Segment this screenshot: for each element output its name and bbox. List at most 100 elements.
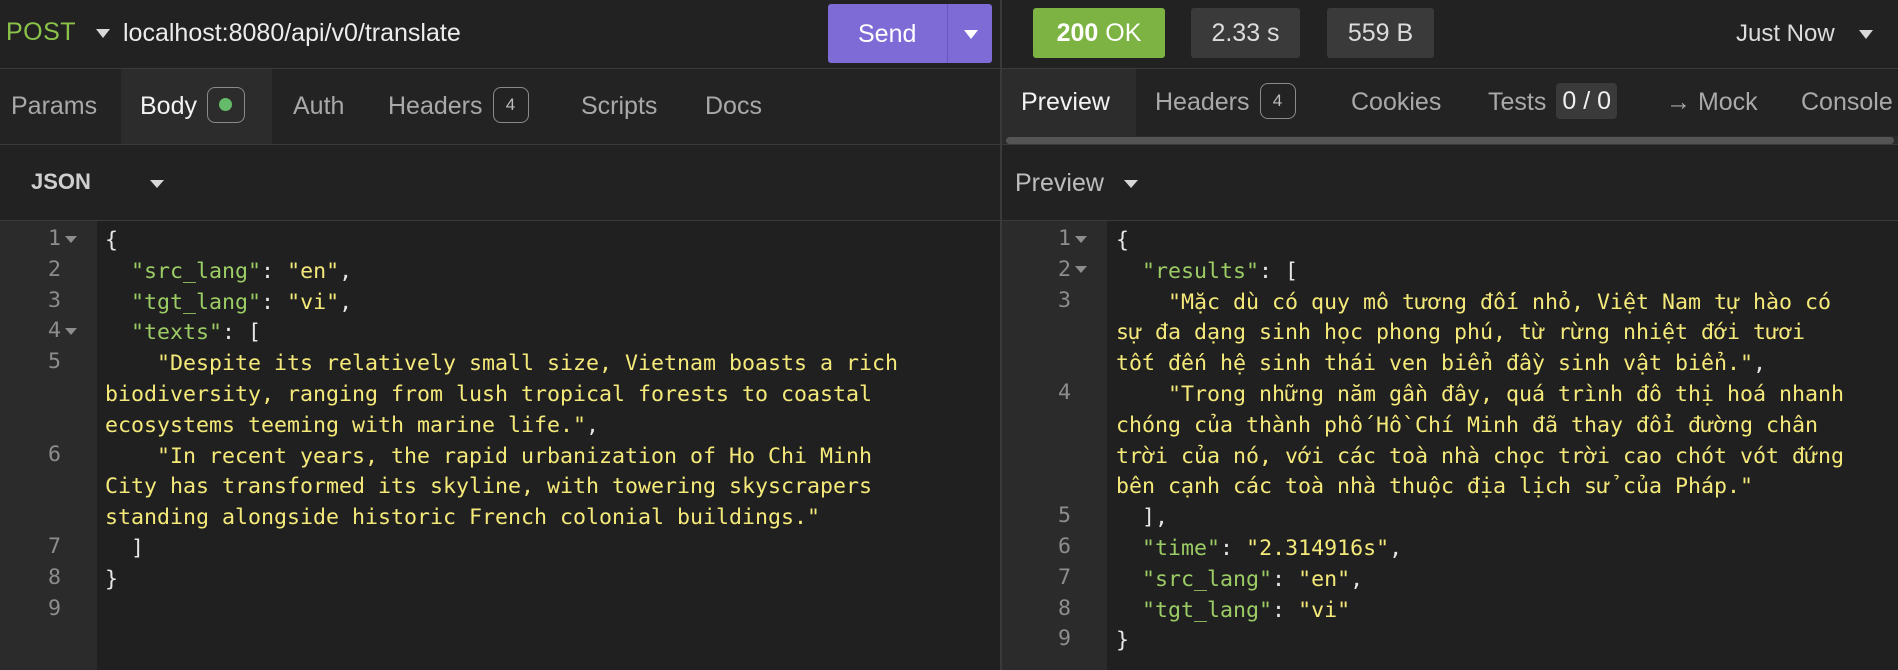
line-number: 6 xyxy=(1007,534,1087,559)
tab-auth[interactable]: Auth xyxy=(293,69,344,144)
line-number: 6 xyxy=(0,442,77,467)
code-line: "Mặc dù có quy mô tương đối nhỏ, Việt Na… xyxy=(1168,289,1832,315)
fold-toggle-icon[interactable] xyxy=(1075,235,1087,243)
line-number-text: 3 xyxy=(47,287,61,313)
response-time-badge: 2.33 s xyxy=(1191,8,1300,58)
code-line: } xyxy=(1116,628,1130,654)
code-line: bên cạnh các toà nhà thuộc địa lịch sử c… xyxy=(1116,474,1754,500)
tests-count-badge: 0 / 0 xyxy=(1556,83,1618,119)
tab-preview-label: Preview xyxy=(1021,88,1110,116)
history-select[interactable]: Just Now xyxy=(1736,20,1835,48)
response-status-bar: 200 OK 2.33 s 559 B Just Now xyxy=(1002,0,1898,69)
body-format-bar: JSON xyxy=(0,145,1000,221)
tabs-scrollbar-thumb[interactable] xyxy=(1006,137,1894,144)
line-number: 5 xyxy=(0,349,77,374)
line-number: 2 xyxy=(1007,257,1087,282)
line-number-text: 5 xyxy=(1057,503,1071,529)
body-format-select[interactable]: JSON xyxy=(31,169,91,195)
tab-mock[interactable]: → Mock xyxy=(1666,69,1758,136)
line-number: 4 xyxy=(1007,380,1087,405)
code-line: "time": "2.314916s", xyxy=(1142,536,1403,561)
tab-params[interactable]: Params xyxy=(11,69,97,144)
chevron-down-icon[interactable] xyxy=(150,180,164,188)
code-line: biodiversity, ranging from lush tropical… xyxy=(105,382,873,407)
code-line: tốt đến hệ sinh thái ven biển đầy sinh v… xyxy=(1116,351,1767,377)
tab-cookies[interactable]: Cookies xyxy=(1351,69,1441,136)
tabs-scrollbar[interactable] xyxy=(1002,136,1898,145)
status-badge: 200 OK xyxy=(1033,8,1165,58)
tab-cookies-label: Cookies xyxy=(1351,88,1442,116)
line-number: 8 xyxy=(0,565,77,590)
chevron-down-icon[interactable] xyxy=(96,29,110,38)
tab-docs-label: Docs xyxy=(705,92,762,120)
code-line: ] xyxy=(105,536,145,561)
url-bar: POST localhost:8080/api/v0/translate Sen… xyxy=(0,0,1000,69)
tab-response-headers-label: Headers xyxy=(1155,88,1250,116)
code-line: "Trong những năm gần đây, quá trình đô t… xyxy=(1168,382,1845,407)
line-number-text: 8 xyxy=(47,564,61,590)
send-button[interactable]: Send xyxy=(828,4,992,63)
line-number-text: 7 xyxy=(47,534,61,559)
preview-mode-select[interactable]: Preview xyxy=(1015,169,1104,198)
status-code: 200 xyxy=(1056,19,1099,47)
code-line: { xyxy=(105,228,119,253)
send-button-label: Send xyxy=(858,20,917,48)
tab-headers[interactable]: Headers 4 xyxy=(388,69,529,144)
url-input[interactable]: localhost:8080/api/v0/translate xyxy=(123,19,461,48)
chevron-down-icon[interactable] xyxy=(1124,180,1138,188)
line-number-text: 2 xyxy=(1057,256,1071,282)
tab-params-label: Params xyxy=(11,92,98,120)
line-number: 8 xyxy=(1007,596,1087,621)
line-number: 2 xyxy=(0,257,77,282)
tab-docs[interactable]: Docs xyxy=(705,69,762,144)
tab-scripts[interactable]: Scripts xyxy=(581,69,657,144)
tab-auth-label: Auth xyxy=(293,92,345,120)
code-line: ecosystems teeming with marine life.", xyxy=(105,412,600,438)
fold-toggle-icon[interactable] xyxy=(65,327,77,335)
response-pane: 200 OK 2.33 s 559 B Just Now Preview Hea… xyxy=(1002,0,1898,670)
line-number: 7 xyxy=(0,534,77,559)
body-status-badge xyxy=(206,87,245,124)
preview-mode-bar: Preview xyxy=(1002,145,1898,221)
response-body-viewer[interactable]: 1 2 3 4 5 6 7 8 9 { "results": [ "Mặc dù có quy … xyxy=(1002,221,1898,670)
tab-response-headers[interactable]: Headers 4 xyxy=(1155,69,1296,136)
line-number-text: 9 xyxy=(1057,626,1071,652)
fold-toggle-icon[interactable] xyxy=(65,235,77,243)
response-headers-count-badge: 4 xyxy=(1259,83,1296,120)
code-line: City has transformed its skyline, with t… xyxy=(105,474,873,500)
tab-console[interactable]: Console xyxy=(1801,69,1893,136)
tab-body[interactable]: Body xyxy=(121,69,272,144)
tab-mock-label: → Mock xyxy=(1666,88,1758,116)
code-line: "texts": [ xyxy=(131,320,262,346)
tab-tests[interactable]: Tests 0 / 0 xyxy=(1488,69,1618,136)
tab-preview[interactable]: Preview xyxy=(1002,69,1136,136)
code-line: "tgt_lang": "vi", xyxy=(131,289,353,315)
response-size-badge: 559 B xyxy=(1327,8,1434,58)
line-number-text: 9 xyxy=(47,595,61,621)
code-line: "src_lang": "en", xyxy=(1142,566,1364,592)
code-line: } xyxy=(105,566,119,592)
code-line: chóng của thành phố Hồ Chí Minh đã thay … xyxy=(1116,412,1819,438)
headers-count-badge: 4 xyxy=(492,87,529,124)
request-tabs: Params Body Auth Headers 4 Scripts Docs xyxy=(0,69,1000,145)
tab-console-label: Console xyxy=(1801,88,1893,116)
tab-body-label: Body xyxy=(140,92,197,120)
line-number-text: 5 xyxy=(47,349,61,375)
line-number-text: 8 xyxy=(1057,595,1071,621)
code-line: "src_lang": "en", xyxy=(131,258,353,284)
line-number-text: 6 xyxy=(47,441,61,467)
line-number-text: 1 xyxy=(1057,226,1071,251)
line-number-text: 3 xyxy=(1057,287,1071,313)
method-select[interactable]: POST xyxy=(6,18,76,47)
line-number: 4 xyxy=(0,318,77,343)
chevron-down-icon[interactable] xyxy=(1859,30,1873,39)
fold-toggle-icon[interactable] xyxy=(1075,266,1087,274)
tab-headers-label: Headers xyxy=(388,92,483,120)
tab-scripts-label: Scripts xyxy=(581,92,658,120)
line-number: 9 xyxy=(1007,626,1087,651)
code-line: ], xyxy=(1116,505,1169,531)
send-options-chevron-icon[interactable] xyxy=(964,30,978,39)
line-number-text: 1 xyxy=(47,226,61,251)
request-body-editor[interactable]: 1 2 3 4 5 6 7 8 9 { "src_lang": "en", "tgt_lang"… xyxy=(0,221,1000,670)
app-window: POST localhost:8080/api/v0/translate Sen… xyxy=(0,0,1898,670)
